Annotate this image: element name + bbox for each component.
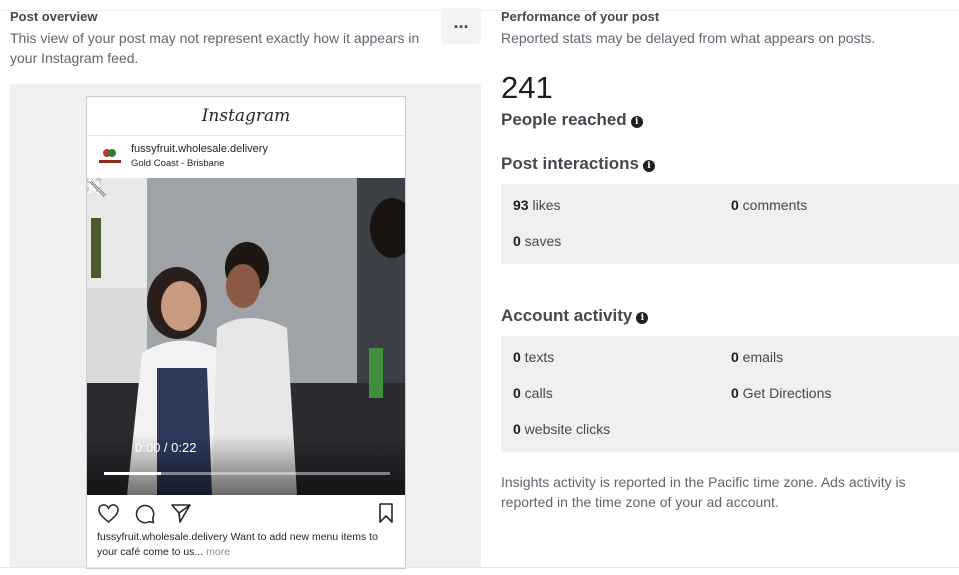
stat-likes-value: 93 [513,197,529,213]
stat-saves: 0 saves [513,233,561,249]
stat-emails-label: emails [738,349,784,365]
stat-get-directions-label: Get Directions [738,385,832,401]
kebab-icon[interactable] [87,178,93,194]
post-interactions-box: 93 likes 0 comments 0 saves [501,184,959,264]
account-avatar[interactable] [97,146,123,168]
stat-texts-value: 0 [513,349,521,365]
post-overview-title: Post overview [10,9,98,24]
people-reached-text: People reached [501,110,627,129]
stat-get-directions-value: 0 [731,385,739,401]
stat-comments: 0 comments [731,197,807,213]
stat-emails-value: 0 [731,349,739,365]
caption-more-link[interactable]: more [203,546,230,558]
stat-comments-value: 0 [731,197,739,213]
bottom-divider [0,567,959,568]
heart-icon[interactable] [97,503,120,524]
account-location: Gold Coast - Brisbane [131,158,225,169]
stat-texts-label: texts [520,349,555,365]
post-actions [87,501,405,527]
more-options-label: ... [453,12,469,32]
post-account-row[interactable]: fussyfruit.wholesale.delivery Gold Coast… [87,136,405,177]
post-video[interactable]: 0:00 / 0:22 [87,178,405,495]
comment-icon[interactable] [134,503,155,524]
stat-likes-label: likes [528,197,561,213]
account-activity-text: Account activity [501,306,633,325]
share-icon[interactable] [171,503,191,523]
stat-website-clicks: 0 website clicks [513,421,610,437]
stat-likes: 93 likes [513,197,560,213]
instagram-header: Instagram [87,97,405,136]
stat-texts: 0 texts [513,349,554,365]
account-activity-title: Account activity i [501,306,649,326]
people-reached-label: People reached i [501,110,643,130]
stat-calls-label: calls [520,385,553,401]
info-icon[interactable]: i [630,116,643,128]
stat-emails: 0 emails [731,349,783,365]
bookmark-icon[interactable] [378,503,394,523]
people-reached-value: 241 [501,70,553,105]
post-interactions-text: Post interactions [501,154,639,173]
stat-saves-label: saves [520,233,562,249]
post-caption: fussyfruit.wholesale.delivery Want to ad… [97,530,399,560]
info-icon[interactable]: i [642,160,655,172]
account-activity-box: 0 texts 0 emails 0 calls 0 Get Direction… [501,336,959,452]
more-options-button[interactable]: ... [441,8,481,44]
video-progress-fill [104,472,162,475]
stat-saves-value: 0 [513,233,521,249]
performance-title: Performance of your post [501,9,660,24]
video-time: 0:00 / 0:22 [135,440,197,455]
stat-calls-value: 0 [513,385,521,401]
performance-subtitle: Reported stats may be delayed from what … [501,30,876,46]
insights-footnote: Insights activity is reported in the Pac… [501,474,906,510]
account-name[interactable]: fussyfruit.wholesale.delivery [131,143,268,155]
stat-website-clicks-value: 0 [513,421,521,437]
stat-calls: 0 calls [513,385,553,401]
post-overview-subtitle: This view of your post may not represent… [10,30,420,66]
stat-comments-label: comments [738,197,808,213]
stat-get-directions: 0 Get Directions [731,385,831,401]
caption-username[interactable]: fussyfruit.wholesale.delivery [97,531,228,543]
info-icon[interactable]: i [636,312,649,324]
stat-website-clicks-label: website clicks [520,421,611,437]
instagram-post-preview: Instagram fussyfruit.wholesale.delivery … [86,96,406,569]
instagram-logo: Instagram [201,106,291,126]
post-interactions-title: Post interactions i [501,154,655,174]
